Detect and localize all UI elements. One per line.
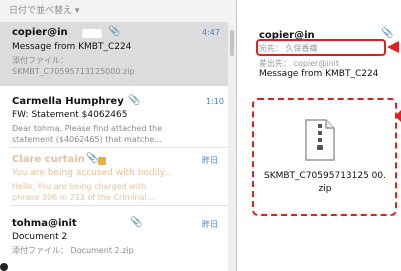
callout-pointer-icon bbox=[395, 110, 401, 122]
attachment-clip-icon: 📎 bbox=[86, 153, 99, 164]
message-subject: Message from KMBT_C224 bbox=[12, 42, 132, 52]
attachment-clip-icon: 📎 bbox=[108, 26, 121, 37]
message-subject: Document 2 bbox=[12, 232, 68, 242]
recipient-highlight-box bbox=[256, 39, 386, 56]
message-preview-line-1: Dear tohma, Please find attached the bbox=[12, 124, 163, 133]
reading-subject: Message from KMBT_C224 bbox=[259, 69, 379, 79]
message-subject: FW: Statement $4062465 bbox=[12, 110, 128, 120]
window-control-icon[interactable] bbox=[0, 263, 8, 271]
message-time: 昨日 bbox=[202, 156, 218, 165]
redacted-name bbox=[82, 29, 102, 38]
message-item-4[interactable]: tohma@init 📎 昨日 Document 2 添付ファイル： Docum… bbox=[0, 210, 228, 271]
message-preview-line-2: statement ($4062465) that matche... bbox=[12, 135, 162, 144]
message-time: 昨日 bbox=[202, 220, 218, 229]
callout-pointer-icon bbox=[387, 41, 399, 53]
attachment-filename[interactable]: SKMBT_C70595713125 00.zip bbox=[262, 170, 388, 196]
mail-app-window: 日付で並べ替え ▾ copier@in 📎 4:47 Message from … bbox=[0, 0, 401, 271]
flag-icon bbox=[98, 157, 106, 165]
message-time: 4:47 bbox=[202, 28, 220, 37]
reading-sender-address: 差出先： copier@init bbox=[259, 59, 339, 68]
message-item-1[interactable]: copier@in 📎 4:47 Message from KMBT_C224 … bbox=[0, 22, 228, 86]
attachment-clip-icon: 📎 bbox=[381, 28, 394, 39]
message-preview-line-1: 添付ファイル： bbox=[12, 56, 68, 65]
message-sender: Carmella Humphrey bbox=[12, 96, 124, 107]
message-preview-line-2: SKMBT_C70595713125000.zip bbox=[12, 67, 135, 76]
sort-bar[interactable]: 日付で並べ替え ▾ bbox=[0, 0, 236, 23]
message-item-2[interactable]: Carmella Humphrey 📎 1:10 FW: Statement $… bbox=[0, 90, 228, 148]
message-preview-line-2: phrase 306 in 213 of the Criminal... bbox=[12, 193, 155, 202]
message-sender: copier@in bbox=[12, 27, 68, 38]
message-item-3[interactable]: Clare curtain 📎 昨日 You are being accused… bbox=[0, 148, 228, 206]
message-time: 1:10 bbox=[206, 97, 224, 106]
message-sender: Clare curtain bbox=[12, 154, 85, 165]
sort-dropdown[interactable]: 日付で並べ替え ▾ bbox=[9, 3, 79, 16]
message-preview-line-1: Hello, You are being charged with bbox=[12, 182, 147, 191]
attachment-clip-icon: 📎 bbox=[128, 95, 141, 106]
message-subject: You are being accused with bodily... bbox=[12, 168, 173, 178]
scrollbar-thumb[interactable] bbox=[230, 30, 234, 56]
message-list-scrollbar[interactable] bbox=[228, 22, 236, 271]
message-preview-line-1: 添付ファイル： Document 2.zip bbox=[12, 246, 134, 255]
message-list: 日付で並べ替え ▾ copier@in 📎 4:47 Message from … bbox=[0, 0, 236, 271]
row-divider bbox=[10, 205, 228, 206]
message-sender: tohma@init bbox=[12, 218, 77, 229]
attachment-clip-icon: 📎 bbox=[130, 217, 143, 228]
zip-file-icon[interactable] bbox=[302, 118, 338, 162]
